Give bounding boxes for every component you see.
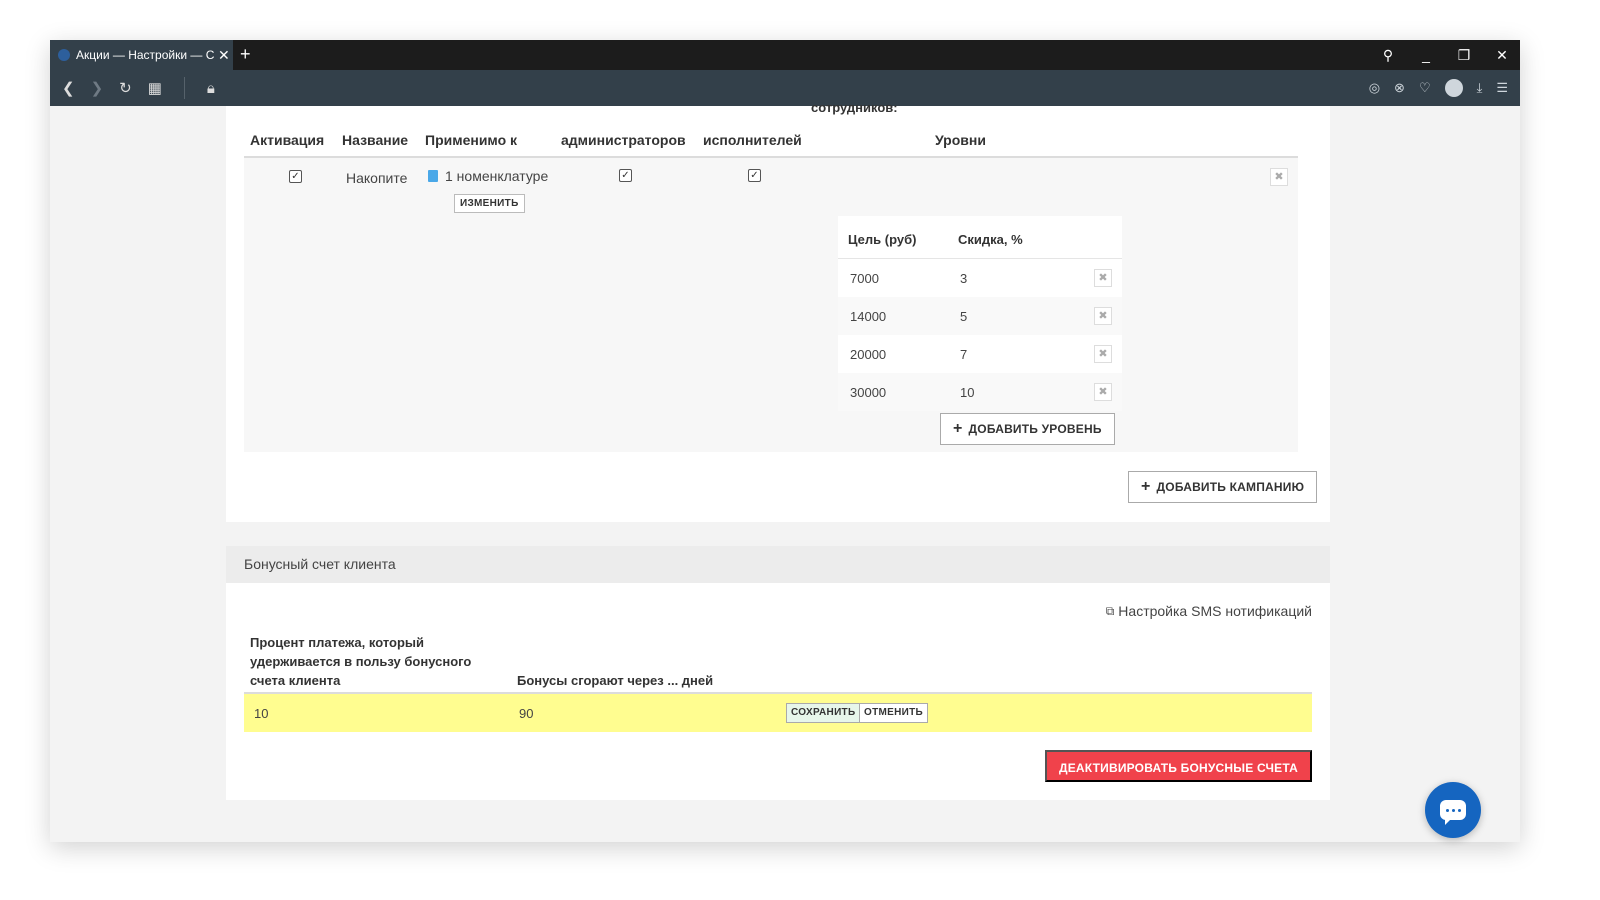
campaign-row: ✓ Накопите 1 номенклатуре ИЗМЕНИТЬ ✓ ✓ Ц…	[244, 158, 1298, 452]
lock-icon[interactable]: 🔒︎	[207, 80, 215, 97]
restore-icon[interactable]: ❐	[1456, 47, 1472, 64]
percent-value[interactable]: 10	[254, 706, 268, 721]
cancel-button[interactable]: ОТМЕНИТЬ	[859, 703, 928, 723]
remove-level-icon[interactable]: ✖	[1094, 345, 1112, 363]
add-level-button[interactable]: + ДОБАВИТЬ УРОВЕНЬ	[940, 413, 1115, 445]
browser-tab[interactable]: Акции — Настройки — СС ✕	[50, 40, 233, 70]
toolbar-divider	[183, 77, 185, 99]
heart-icon[interactable]: ♡	[1419, 80, 1431, 96]
remove-campaign-icon[interactable]: ✖	[1270, 168, 1288, 186]
level-row: 7000 3 ✖	[838, 259, 1122, 297]
save-button[interactable]: СОХРАНИТЬ	[786, 703, 861, 723]
profile-avatar-icon[interactable]	[1444, 79, 1463, 97]
discount-header: Скидка, %	[958, 232, 1023, 247]
title-bar: Акции — Настройки — СС ✕ + ⚲ _ ❐ ✕	[50, 40, 1520, 70]
window-controls: ⚲ _ ❐ ✕	[1380, 40, 1510, 70]
level-goal: 7000	[850, 271, 879, 286]
remove-level-icon[interactable]: ✖	[1094, 269, 1112, 287]
level-goal: 20000	[850, 347, 887, 362]
page-content: сотрудников: Активация Название Применим…	[50, 100, 1520, 842]
search-icon[interactable]: ⚲	[1380, 47, 1396, 64]
level-row: 20000 7 ✖	[838, 335, 1122, 373]
level-row: 14000 5 ✖	[838, 297, 1122, 335]
remove-level-icon[interactable]: ✖	[1094, 383, 1112, 401]
download-icon[interactable]: ⤓	[1477, 80, 1483, 96]
add-level-label: ДОБАВИТЬ УРОВЕНЬ	[968, 422, 1102, 436]
levels-table: Цель (руб) Скидка, % 7000 3 ✖ 14000 5 ✖	[838, 216, 1122, 411]
campaigns-panel: сотрудников: Активация Название Применим…	[226, 100, 1330, 522]
col-levels: Уровни	[935, 132, 986, 148]
chat-icon	[1440, 800, 1466, 825]
minimize-icon[interactable]: _	[1418, 47, 1434, 63]
level-discount: 5	[960, 309, 968, 324]
level-discount: 7	[960, 347, 968, 362]
sms-settings-link[interactable]: ⧉ Настройка SMS нотификаций	[1106, 603, 1312, 619]
col-applicable: Применимо к	[425, 132, 518, 148]
add-campaign-button[interactable]: + ДОБАВИТЬ КАМПАНИЮ	[1128, 471, 1318, 503]
snapshot-icon[interactable]: ◎	[1369, 80, 1380, 96]
level-goal: 14000	[850, 309, 887, 324]
applicable-value: 1 номенклатуре	[445, 168, 549, 184]
col-percent: Процент платежа, который удерживается в …	[250, 635, 472, 688]
adblock-icon[interactable]: ⊗	[1394, 80, 1405, 96]
admins-checkbox[interactable]: ✓	[619, 169, 632, 182]
bonus-edit-row: 10 90 СОХРАНИТЬ ОТМЕНИТЬ	[244, 694, 1312, 732]
cut-off-header: сотрудников:	[811, 100, 898, 115]
chat-button[interactable]	[1425, 782, 1481, 838]
level-row: 30000 10 ✖	[838, 373, 1122, 411]
col-activation: Активация	[250, 132, 325, 148]
speed-dial-icon[interactable]: ▦	[148, 79, 162, 97]
executors-checkbox[interactable]: ✓	[748, 169, 761, 182]
menu-icon[interactable]: ☰	[1496, 80, 1508, 96]
level-discount: 3	[960, 271, 968, 286]
change-button[interactable]: ИЗМЕНИТЬ	[454, 194, 525, 213]
remove-level-icon[interactable]: ✖	[1094, 307, 1112, 325]
goal-header: Цель (руб)	[848, 232, 917, 247]
plus-icon: +	[953, 420, 963, 437]
level-discount: 10	[960, 385, 975, 400]
reload-icon[interactable]: ↻	[119, 79, 132, 97]
activation-checkbox[interactable]: ✓	[289, 170, 302, 183]
external-link-icon: ⧉	[1105, 603, 1115, 618]
back-icon[interactable]: ❮	[62, 79, 75, 97]
forward-icon[interactable]: ❯	[91, 79, 104, 97]
browser-window: Акции — Настройки — СС ✕ + ⚲ _ ❐ ✕ ❮ ❯ ↻…	[50, 40, 1520, 842]
close-tab-icon[interactable]: ✕	[218, 40, 230, 70]
col-expire: Бонусы сгорают через ... дней	[517, 673, 714, 688]
expire-value[interactable]: 90	[519, 706, 533, 721]
bonus-section-title: Бонусный счет клиента	[226, 546, 1330, 583]
close-window-icon[interactable]: ✕	[1494, 47, 1510, 64]
favicon-icon	[58, 49, 70, 61]
level-goal: 30000	[850, 385, 887, 400]
sms-link-label: Настройка SMS нотификаций	[1118, 603, 1312, 619]
campaign-name: Накопите	[346, 170, 408, 186]
deactivate-bonus-button[interactable]: ДЕАКТИВИРОВАТЬ БОНУСНЫЕ СЧЕТА	[1044, 750, 1312, 782]
plus-icon: +	[1141, 478, 1151, 495]
new-tab-button[interactable]: +	[240, 44, 251, 65]
bonus-panel: Бонусный счет клиента ⧉ Настройка SMS но…	[226, 546, 1330, 800]
add-campaign-label: ДОБАВИТЬ КАМПАНИЮ	[1156, 480, 1305, 494]
tab-title: Акции — Настройки — СС	[76, 48, 214, 62]
col-executors: исполнителей	[703, 132, 802, 148]
col-name: Название	[342, 132, 409, 148]
document-icon	[428, 170, 438, 182]
col-admins: администраторов	[561, 132, 686, 148]
browser-toolbar: ❮ ❯ ↻ ▦ 🔒︎ ◎ ⊗ ♡ ⤓ ☰	[50, 70, 1520, 106]
